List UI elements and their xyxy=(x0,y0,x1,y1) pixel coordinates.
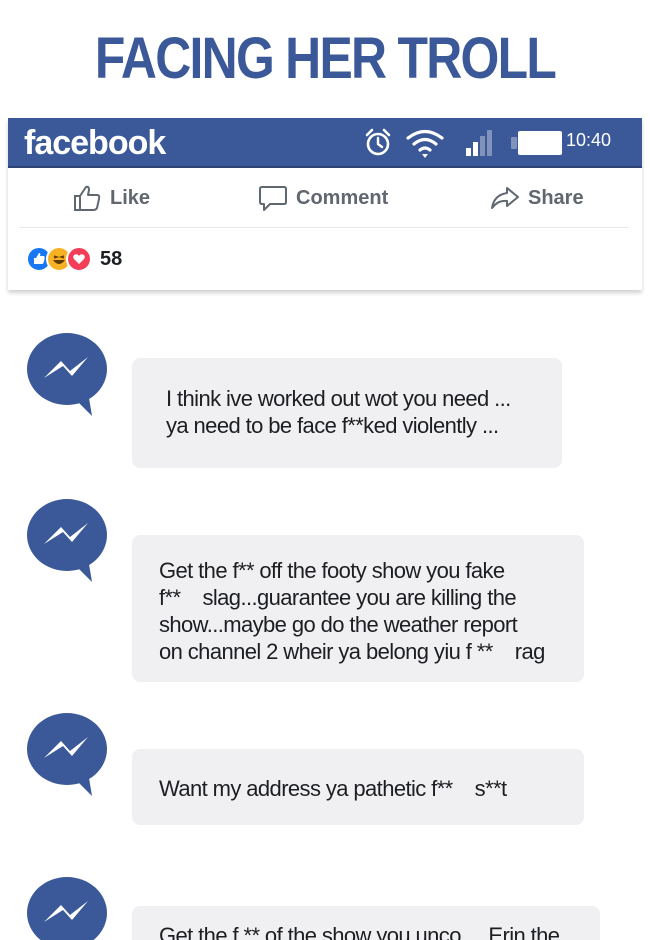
wifi-icon xyxy=(406,129,444,158)
like-label: Like xyxy=(110,186,151,209)
messenger-icon xyxy=(27,333,107,416)
love-reaction-icon xyxy=(66,246,92,272)
like-button[interactable]: Like xyxy=(72,184,150,212)
share-button[interactable]: Share xyxy=(490,184,584,212)
post-actions: Like Comment Share xyxy=(8,170,642,226)
thumbs-up-icon xyxy=(74,185,101,211)
messenger-icon xyxy=(27,713,107,796)
headline: FACING HER TROLL xyxy=(94,26,557,91)
facebook-post-card: facebook 10:40 Like Comment Share 58 xyxy=(8,118,642,290)
message-line: I think ive worked out wot you need ... xyxy=(166,386,511,411)
message-line: ya need to be face f**ked violently ... xyxy=(166,413,499,438)
actions-divider xyxy=(20,227,628,228)
message-line: Want my address ya pathetic f** s**t xyxy=(159,776,507,801)
message-line: show...maybe go do the weather report xyxy=(159,612,518,637)
message-bubble: I think ive worked out wot you need ... … xyxy=(132,358,562,468)
facebook-logo: facebook xyxy=(24,124,166,162)
message-line: on channel 2 wheir ya belong yiu f ** ra… xyxy=(159,639,545,664)
comment-label: Comment xyxy=(296,186,389,209)
message-line: Get the f** off the footy show you fake xyxy=(159,558,505,583)
reactions-summary[interactable]: 58 xyxy=(26,246,122,272)
status-time: 10:40 xyxy=(566,130,612,150)
alarm-clock-icon xyxy=(365,128,391,156)
message-bubble: Get the f ** of the show you unco Erin t… xyxy=(132,906,600,940)
share-arrow-icon xyxy=(491,187,519,209)
messenger-icon xyxy=(27,499,107,582)
status-bar: facebook 10:40 xyxy=(8,118,642,168)
message-bubble: Get the f** off the footy show you fake … xyxy=(132,535,584,682)
messenger-icon xyxy=(27,877,107,940)
battery-icon xyxy=(511,131,562,155)
signal-icon xyxy=(466,130,492,156)
comment-button[interactable]: Comment xyxy=(258,184,388,212)
reaction-count: 58 xyxy=(100,247,123,270)
share-label: Share xyxy=(528,186,584,209)
message-line: f** slag...guarantee you are killing the xyxy=(159,585,517,610)
message-line: Get the f ** of the show you unco Erin t… xyxy=(159,923,560,940)
message-bubble: Want my address ya pathetic f** s**t xyxy=(132,749,584,825)
comment-bubble-icon xyxy=(259,186,287,211)
